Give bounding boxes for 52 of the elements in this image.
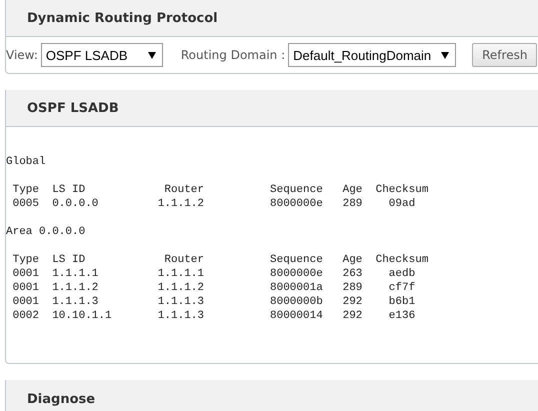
column-header: Type bbox=[12, 253, 40, 267]
column-header: Type bbox=[12, 183, 40, 197]
table-cell-text: aedb bbox=[388, 267, 416, 281]
column-header: Router bbox=[163, 253, 205, 267]
table-cell-text: 1.1.1.3 bbox=[158, 309, 206, 323]
column-header: Age bbox=[342, 253, 364, 267]
table-cell-text: 1.1.1.3 bbox=[158, 295, 206, 309]
table-cell-text: 0002 bbox=[12, 309, 40, 323]
table-cell-text: 80000014 bbox=[270, 309, 324, 323]
column-header: Router bbox=[163, 183, 205, 197]
table-cell-text: 0001 bbox=[12, 267, 40, 281]
column-header: Checksum bbox=[376, 253, 430, 267]
table-cell-text: 0.0.0.0 bbox=[52, 197, 100, 211]
table-cell-text: 1.1.1.2 bbox=[158, 197, 206, 211]
column-header: Sequence bbox=[270, 253, 324, 267]
table-cell-text: 1.1.1.1 bbox=[52, 267, 100, 281]
panel-title: Diagnose bbox=[6, 380, 538, 411]
column-header: Age bbox=[342, 183, 364, 197]
table-cell-text: 8000000e bbox=[270, 197, 324, 211]
table-cell-text: 0001 bbox=[12, 295, 40, 309]
table-cell-text: cf7f bbox=[388, 281, 416, 295]
table-cell-text: 09ad bbox=[388, 197, 416, 211]
table-cell-text: 263 bbox=[342, 267, 364, 281]
table-cell-text: 289 bbox=[342, 197, 364, 211]
section-heading: Global bbox=[6, 155, 47, 169]
column-header: Sequence bbox=[270, 183, 324, 197]
table-cell-text: 8000000b bbox=[270, 295, 324, 309]
view-dropdown[interactable]: OSPF LSADB bbox=[40, 43, 163, 67]
table-cell-text: 1.1.1.3 bbox=[52, 295, 100, 309]
table-cell-text: 10.10.1.1 bbox=[52, 309, 113, 323]
panel-title: OSPF LSADB bbox=[6, 90, 538, 127]
view-label: View: bbox=[6, 48, 38, 62]
section-heading: Area 0.0.0.0 bbox=[6, 225, 86, 239]
table-cell-text: 8000000e bbox=[270, 267, 324, 281]
column-header: LS ID bbox=[52, 253, 86, 267]
table-cell-text: 1.1.1.2 bbox=[158, 281, 206, 295]
table-cell-text: e136 bbox=[388, 309, 416, 323]
table-cell-text: 1.1.1.1 bbox=[158, 267, 206, 281]
table-cell-text: 292 bbox=[342, 309, 364, 323]
column-header: Checksum bbox=[376, 183, 430, 197]
table-cell-text: 0001 bbox=[12, 281, 40, 295]
table-cell-text: b6b1 bbox=[388, 295, 416, 309]
table-cell-text: 292 bbox=[342, 295, 364, 309]
routing-domain-label: Routing Domain : bbox=[180, 48, 286, 62]
table-cell-text: 1.1.1.2 bbox=[52, 281, 100, 295]
refresh-button[interactable]: Refresh bbox=[472, 43, 538, 67]
table-cell-text: 8000001a bbox=[270, 281, 324, 295]
table-cell-text: 289 bbox=[342, 281, 364, 295]
panel-title: Dynamic Routing Protocol bbox=[6, 0, 538, 37]
column-header: LS ID bbox=[52, 183, 86, 197]
routing-domain-dropdown[interactable]: Default_RoutingDomain bbox=[288, 43, 456, 67]
table-cell-text: 0005 bbox=[12, 197, 40, 211]
